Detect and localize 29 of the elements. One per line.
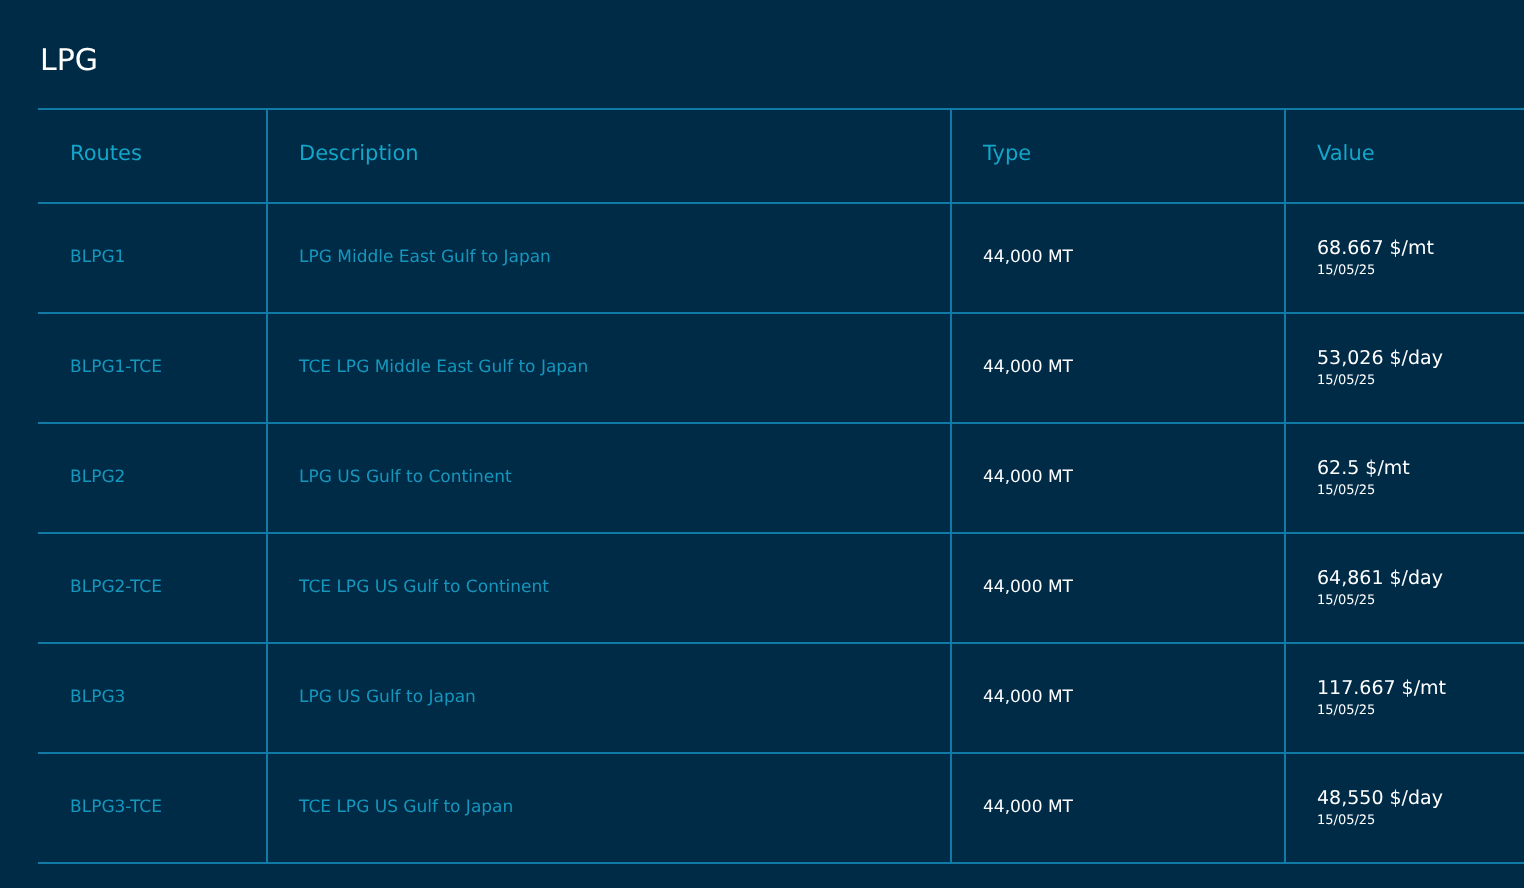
- value-text: 48,550 $/day: [1317, 787, 1445, 811]
- type-text: 44,000 MT: [983, 247, 1073, 268]
- value-text: 68.667 $/mt: [1317, 237, 1436, 261]
- column-header: Type: [950, 109, 1284, 203]
- route-link[interactable]: BLPG2-TCE: [70, 577, 162, 598]
- type-text: 44,000 MT: [983, 797, 1073, 818]
- route-link[interactable]: BLPG3: [70, 687, 126, 708]
- column-header: Routes: [38, 109, 266, 203]
- description-link[interactable]: LPG US Gulf to Continent: [299, 467, 512, 488]
- route-link[interactable]: BLPG2: [70, 467, 126, 488]
- route-link[interactable]: BLPG1-TCE: [70, 357, 162, 378]
- column-header: Description: [266, 109, 950, 203]
- description-link[interactable]: TCE LPG Middle East Gulf to Japan: [299, 357, 589, 378]
- type-text: 44,000 MT: [983, 577, 1073, 598]
- route-link[interactable]: BLPG3-TCE: [70, 797, 162, 818]
- value-text: 117.667 $/mt: [1317, 677, 1449, 701]
- value-text: 64,861 $/day: [1317, 567, 1445, 591]
- value-text: 53,026 $/day: [1317, 347, 1445, 371]
- page-title: LPG: [40, 40, 101, 82]
- description-link[interactable]: TCE LPG US Gulf to Continent: [299, 577, 549, 598]
- type-text: 44,000 MT: [983, 687, 1073, 708]
- description-link[interactable]: LPG US Gulf to Japan: [299, 687, 476, 708]
- column-header: Value: [1284, 109, 1524, 203]
- type-text: 44,000 MT: [983, 467, 1073, 488]
- description-link[interactable]: LPG Middle East Gulf to Japan: [299, 247, 551, 268]
- route-link[interactable]: BLPG1: [70, 247, 126, 268]
- type-text: 44,000 MT: [983, 357, 1073, 378]
- value-text: 62.5 $/mt: [1317, 457, 1412, 481]
- description-link[interactable]: TCE LPG US Gulf to Japan: [299, 797, 514, 818]
